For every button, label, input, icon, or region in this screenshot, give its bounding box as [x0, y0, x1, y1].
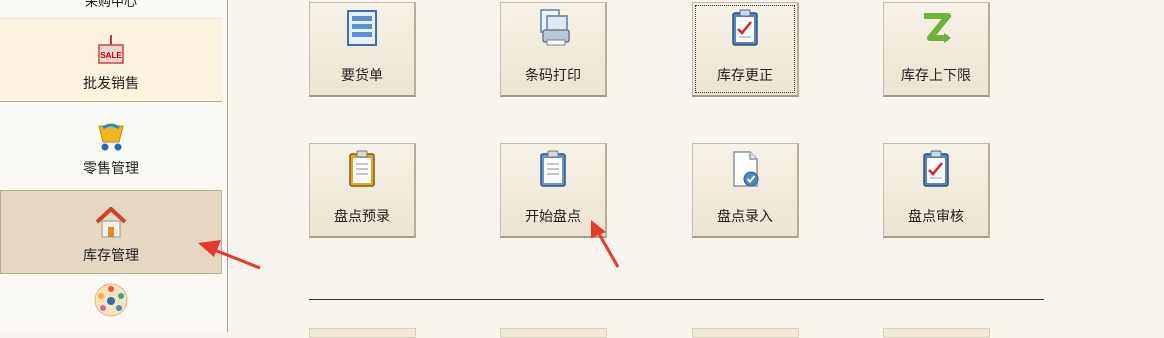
- tile-inventory-limits[interactable]: 库存上下限: [883, 2, 990, 97]
- tile-label: 要货单: [341, 68, 383, 84]
- sidebar-item-inventory[interactable]: 库存管理: [0, 190, 222, 274]
- sidebar: 采购中心 SALE 批发销售 零售管理 库存管理: [0, 0, 228, 332]
- sidebar-item-label: 采购中心: [84, 0, 137, 10]
- tile-label: 库存上下限: [901, 68, 971, 84]
- tile-stocktake-review[interactable]: 盘点审核: [883, 143, 990, 238]
- tile-inventory-correction[interactable]: 库存更正: [692, 2, 799, 97]
- tile-label: 库存更正: [717, 68, 773, 84]
- tile-stocktake-prerecord[interactable]: 盘点预录: [309, 143, 416, 238]
- clipboard-icon: [349, 150, 375, 187]
- tile-partial[interactable]: [500, 328, 607, 338]
- tile-stocktake-entry[interactable]: 盘点录入: [692, 143, 799, 238]
- tile-barcode-print[interactable]: 条码打印: [500, 2, 607, 97]
- tile-label: 开始盘点: [525, 209, 581, 225]
- tile-requisition[interactable]: 要货单: [309, 2, 416, 97]
- sidebar-item-wholesale[interactable]: SALE 批发销售: [0, 18, 222, 102]
- tile-partial[interactable]: [309, 328, 416, 338]
- document-check-icon: [733, 151, 759, 187]
- sidebar-item-more[interactable]: [0, 282, 222, 332]
- list-document-icon: [347, 10, 377, 46]
- sidebar-item-label: 库存管理: [83, 248, 139, 264]
- clipboard-blue-icon: [540, 150, 566, 187]
- z-limit-icon: [924, 13, 951, 43]
- svg-text:SALE: SALE: [100, 51, 122, 60]
- barcode-printer-icon: [540, 9, 570, 46]
- sidebar-item-purchase[interactable]: 采购中心: [0, 0, 222, 14]
- sidebar-item-label: 批发销售: [83, 76, 139, 92]
- clipboard-check-icon: [732, 9, 758, 46]
- tile-label: 盘点预录: [334, 209, 390, 225]
- tile-label: 盘点录入: [717, 209, 773, 225]
- tile-partial[interactable]: [883, 328, 990, 338]
- clipboard-check-icon: [923, 150, 949, 187]
- house-icon: [95, 207, 127, 238]
- sidebar-item-label: 零售管理: [83, 161, 139, 177]
- section-divider: [309, 299, 1044, 300]
- tile-partial[interactable]: [692, 328, 799, 338]
- stroller-cart-icon: [98, 123, 124, 151]
- tile-label: 盘点审核: [908, 209, 964, 225]
- sale-tag-icon: SALE: [98, 35, 124, 64]
- sidebar-item-retail[interactable]: 零售管理: [0, 104, 222, 186]
- people-circle-icon: [94, 283, 128, 317]
- tile-label: 条码打印: [525, 68, 581, 84]
- tile-start-stocktake[interactable]: 开始盘点: [500, 143, 607, 238]
